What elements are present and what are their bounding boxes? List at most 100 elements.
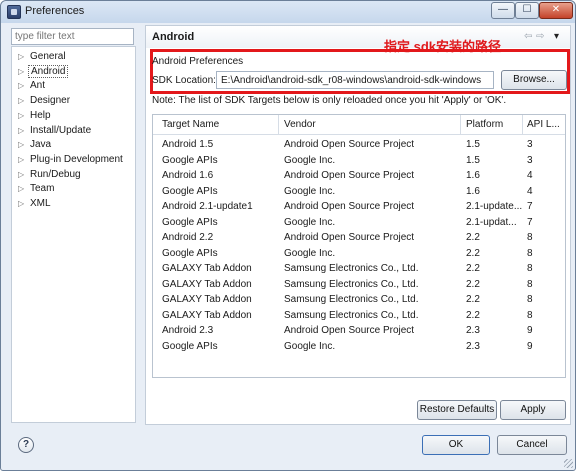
column-header-vendor[interactable]: Vendor <box>284 119 462 130</box>
expand-arrow-icon[interactable]: ▷ <box>18 182 28 196</box>
api-level-cell: 7 <box>527 201 533 212</box>
back-arrow-icon[interactable]: ⇦ <box>524 31 532 42</box>
table-row[interactable]: Android 2.2 Android Open Source Project 2.… <box>153 231 565 246</box>
table-row[interactable]: Android 2.1-update1 Android Open Source P… <box>153 200 565 215</box>
expand-arrow-icon[interactable]: ▷ <box>18 124 28 138</box>
api-level-cell: 9 <box>527 340 533 352</box>
api-level-cell: 4 <box>527 170 533 181</box>
vendor-cell: Android Open Source Project <box>284 170 415 181</box>
minimize-button[interactable]: — <box>491 2 515 19</box>
maximize-button[interactable]: ☐ <box>515 2 539 19</box>
column-divider[interactable] <box>278 115 279 135</box>
tree-item-label: Plug-in Development <box>30 153 123 165</box>
table-row[interactable]: Google APIs Google Inc. 2.2 8 <box>153 247 565 262</box>
expand-arrow-icon[interactable]: ▷ <box>18 168 28 182</box>
title-bar[interactable]: Preferences — ☐ ✕ <box>1 1 575 23</box>
target-name-cell: Android 2.3 <box>162 325 214 336</box>
tree-item-designer[interactable]: ▷ Designer <box>18 94 72 108</box>
table-row[interactable]: Google APIs Google Inc. 2.3 9 <box>153 340 565 355</box>
table-row[interactable]: GALAXY Tab Addon Samsung Electronics Co.,… <box>153 262 565 277</box>
vendor-cell: Samsung Electronics Co., Ltd. <box>284 309 419 321</box>
table-row[interactable]: Google APIs Google Inc. 1.5 3 <box>153 154 565 169</box>
expand-arrow-icon[interactable]: ▷ <box>18 65 28 79</box>
tree-item-help[interactable]: ▷ Help <box>18 109 53 123</box>
expand-arrow-icon[interactable]: ▷ <box>18 50 28 64</box>
table-row[interactable]: Google APIs Google Inc. 1.6 4 <box>153 185 565 200</box>
platform-cell: 2.1-update... <box>466 201 523 212</box>
target-name-cell: Android 2.1-update1 <box>162 201 253 212</box>
api-level-cell: 9 <box>527 325 533 336</box>
filter-input[interactable] <box>11 28 134 45</box>
help-icon[interactable]: ? <box>18 437 34 453</box>
sdk-location-input[interactable] <box>216 71 494 89</box>
tree-item-install-update[interactable]: ▷ Install/Update <box>18 124 93 138</box>
column-header-platform[interactable]: Platform <box>466 119 524 130</box>
table-row[interactable]: Android 1.6 Android Open Source Project 1.… <box>153 169 565 184</box>
tree-item-label: Team <box>30 183 55 195</box>
target-name-cell: Google APIs <box>162 340 218 352</box>
expand-arrow-icon[interactable]: ▷ <box>18 94 28 108</box>
column-header-target-name[interactable]: Target Name <box>162 119 278 130</box>
platform-cell: 2.2 <box>466 309 480 321</box>
resize-grip-icon[interactable] <box>564 459 573 468</box>
browse-button[interactable]: Browse... <box>501 70 567 90</box>
target-name-cell: Google APIs <box>162 216 218 228</box>
column-divider[interactable] <box>460 115 461 135</box>
api-level-cell: 8 <box>527 247 533 259</box>
target-name-cell: Google APIs <box>162 185 218 197</box>
table-row[interactable]: GALAXY Tab Addon Samsung Electronics Co.,… <box>153 278 565 293</box>
cancel-button[interactable]: Cancel <box>497 435 567 455</box>
platform-cell: 1.6 <box>466 170 480 181</box>
page-title: Android <box>152 31 195 43</box>
table-row[interactable]: Android 2.3 Android Open Source Project 2.… <box>153 324 565 339</box>
tree-item-team[interactable]: ▷ Team <box>18 182 56 196</box>
tree-item-ant[interactable]: ▷ Ant <box>18 79 47 93</box>
tree-item-run-debug[interactable]: ▷ Run/Debug <box>18 168 83 182</box>
sdk-targets-table: Target Name Vendor Platform API L... And… <box>152 114 566 378</box>
table-row[interactable]: Android 1.5 Android Open Source Project 1.… <box>153 138 565 153</box>
table-header: Target Name Vendor Platform API L... <box>153 115 565 135</box>
api-level-cell: 3 <box>527 139 533 150</box>
tree-item-label: Java <box>30 139 52 151</box>
platform-cell: 2.3 <box>466 340 480 352</box>
target-name-cell: Android 2.2 <box>162 232 214 243</box>
column-divider[interactable] <box>522 115 523 135</box>
tree-item-plug-in-development[interactable]: ▷ Plug-in Development <box>18 153 125 167</box>
vendor-cell: Android Open Source Project <box>284 139 415 150</box>
target-name-cell: GALAXY Tab Addon <box>162 294 252 305</box>
table-row[interactable]: GALAXY Tab Addon Samsung Electronics Co.,… <box>153 293 565 308</box>
expand-arrow-icon[interactable]: ▷ <box>18 138 28 152</box>
vendor-cell: Google Inc. <box>284 340 336 352</box>
target-name-cell: Android 1.6 <box>162 170 214 181</box>
tree-item-general[interactable]: ▷ General <box>18 50 68 64</box>
tree-item-android[interactable]: ▷ Android <box>18 64 69 79</box>
tree-item-java[interactable]: ▷ Java <box>18 138 53 152</box>
view-menu-icon[interactable]: ▾ <box>554 31 559 42</box>
tree-item-xml[interactable]: ▷ XML <box>18 197 53 211</box>
platform-cell: 2.1-updat... <box>466 216 517 228</box>
target-name-cell: Android 1.5 <box>162 139 214 150</box>
preference-tree: ▷ General ▷ Android ▷ Ant ▷ Designer ▷ Help ▷ Insta… <box>11 46 136 423</box>
table-row[interactable]: GALAXY Tab Addon Samsung Electronics Co.,… <box>153 309 565 324</box>
expand-arrow-icon[interactable]: ▷ <box>18 109 28 123</box>
ok-button[interactable]: OK <box>422 435 490 455</box>
api-level-cell: 4 <box>527 185 533 197</box>
expand-arrow-icon[interactable]: ▷ <box>18 153 28 167</box>
platform-cell: 2.2 <box>466 263 480 274</box>
table-row[interactable]: Google APIs Google Inc. 2.1-updat... 7 <box>153 216 565 231</box>
expand-arrow-icon[interactable]: ▷ <box>18 79 28 93</box>
vendor-cell: Samsung Electronics Co., Ltd. <box>284 263 419 274</box>
app-icon <box>7 5 21 19</box>
apply-button[interactable]: Apply <box>500 400 566 420</box>
vendor-cell: Samsung Electronics Co., Ltd. <box>284 278 419 290</box>
expand-arrow-icon[interactable]: ▷ <box>18 197 28 211</box>
tree-item-label: Designer <box>30 95 71 107</box>
vendor-cell: Google Inc. <box>284 185 336 197</box>
vendor-cell: Android Open Source Project <box>284 325 415 336</box>
api-level-cell: 3 <box>527 154 533 166</box>
forward-arrow-icon[interactable]: ⇨ <box>536 31 544 42</box>
restore-defaults-button[interactable]: Restore Defaults <box>417 400 497 420</box>
close-button[interactable]: ✕ <box>539 2 573 19</box>
column-header-api-level[interactable]: API L... <box>527 119 563 130</box>
platform-cell: 2.3 <box>466 325 480 336</box>
